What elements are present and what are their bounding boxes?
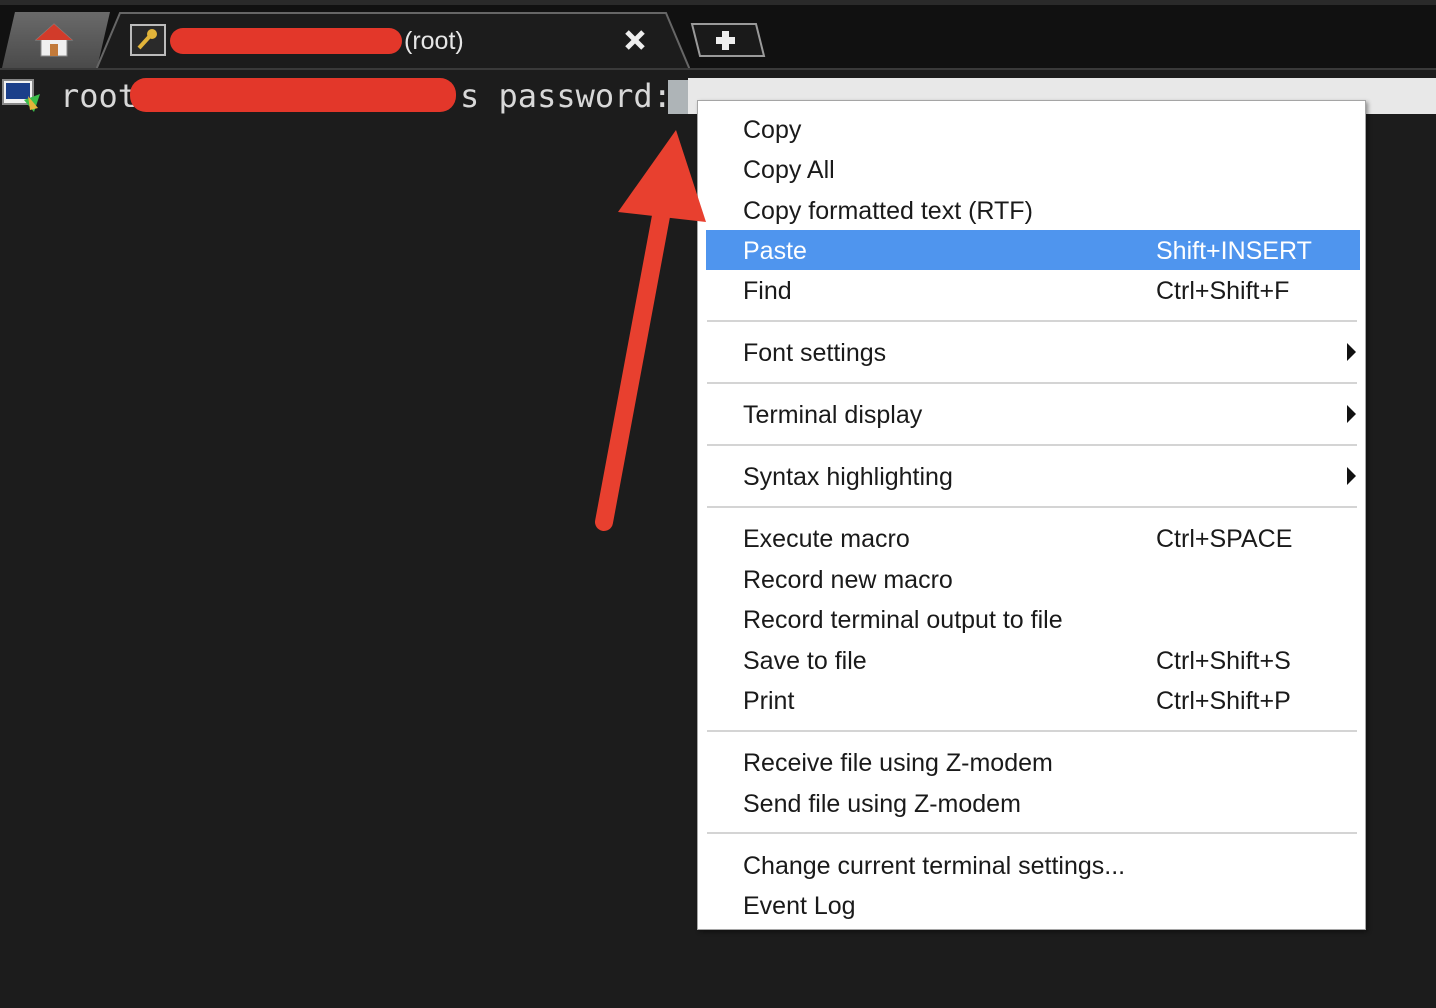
hostname-redaction [130,78,456,112]
menu-item-label: Send file using Z-modem [743,790,1021,818]
menu-item-label: Receive file using Z-modem [743,749,1053,777]
menu-item-label: Event Log [743,892,856,920]
menu-separator [707,506,1357,508]
menu-item-label: Copy All [743,156,835,184]
menu-item-label: Save to file [743,647,867,675]
password-prompt-text: s password: [460,77,672,115]
submenu-arrow-icon [1347,343,1356,361]
menu-item-paste[interactable]: Paste Shift+INSERT [706,230,1360,270]
menu-item-execute-macro[interactable]: Execute macro Ctrl+SPACE [706,518,1360,558]
menu-item-print[interactable]: Print Ctrl+Shift+P [706,680,1360,720]
menu-item-shortcut: Ctrl+Shift+S [1156,647,1291,675]
terminal-session-icon [2,79,40,112]
menu-item-font-settings[interactable]: Font settings [706,332,1360,372]
menu-item-copy-all[interactable]: Copy All [706,149,1360,189]
menu-item-shortcut: Ctrl+Shift+F [1156,277,1290,305]
menu-item-shortcut: Ctrl+SPACE [1156,525,1293,553]
menu-item-syntax-highlighting[interactable]: Syntax highlighting [706,456,1360,496]
menu-item-event-log[interactable]: Event Log [706,885,1360,925]
menu-item-copy[interactable]: Copy [706,109,1360,149]
key-icon [130,24,166,56]
menu-item-label: Find [743,277,792,305]
menu-item-terminal-display[interactable]: Terminal display [706,394,1360,434]
menu-item-change-settings[interactable]: Change current terminal settings... [706,845,1360,885]
submenu-arrow-icon [1347,405,1356,423]
menu-item-label: Paste [743,237,807,265]
tab-title-redaction [170,28,402,54]
menu-item-label: Syntax highlighting [743,463,953,491]
menu-item-label: Record new macro [743,566,953,594]
home-tab[interactable] [2,12,110,68]
menu-item-label: Copy formatted text (RTF) [743,197,1033,225]
menu-item-label: Change current terminal settings... [743,852,1126,880]
menu-item-record-macro[interactable]: Record new macro [706,559,1360,599]
menu-item-record-output[interactable]: Record terminal output to file [706,599,1360,639]
menu-item-shortcut: Shift+INSERT [1156,237,1312,265]
menu-separator [707,382,1357,384]
menu-item-copy-rtf[interactable]: Copy formatted text (RTF) [706,190,1360,230]
menu-separator [707,444,1357,446]
menu-item-label: Record terminal output to file [743,606,1063,634]
context-menu: Copy Copy All Copy formatted text (RTF) … [697,100,1366,930]
menu-item-label: Terminal display [743,401,923,429]
menu-item-receive-zmodem[interactable]: Receive file using Z-modem [706,742,1360,782]
menu-item-save-to-file[interactable]: Save to file Ctrl+Shift+S [706,640,1360,680]
menu-item-label: Execute macro [743,525,910,553]
tab-bar-top-border [0,0,1436,5]
terminal-cursor [668,80,688,114]
menu-separator [707,832,1357,834]
menu-item-label: Font settings [743,339,887,367]
menu-item-shortcut: Ctrl+Shift+P [1156,687,1291,715]
menu-item-send-zmodem[interactable]: Send file using Z-modem [706,783,1360,823]
tab-bar: (root) [0,0,1436,71]
submenu-arrow-icon [1347,467,1356,485]
close-tab-icon[interactable] [622,27,648,53]
session-tab-title: (root) [404,27,464,55]
menu-item-find[interactable]: Find Ctrl+Shift+F [706,270,1360,310]
menu-item-label: Print [743,687,795,715]
menu-item-label: Copy [743,116,802,144]
new-tab-button[interactable] [690,22,766,58]
menu-separator [707,320,1357,322]
home-icon [34,23,74,57]
menu-separator [707,730,1357,732]
